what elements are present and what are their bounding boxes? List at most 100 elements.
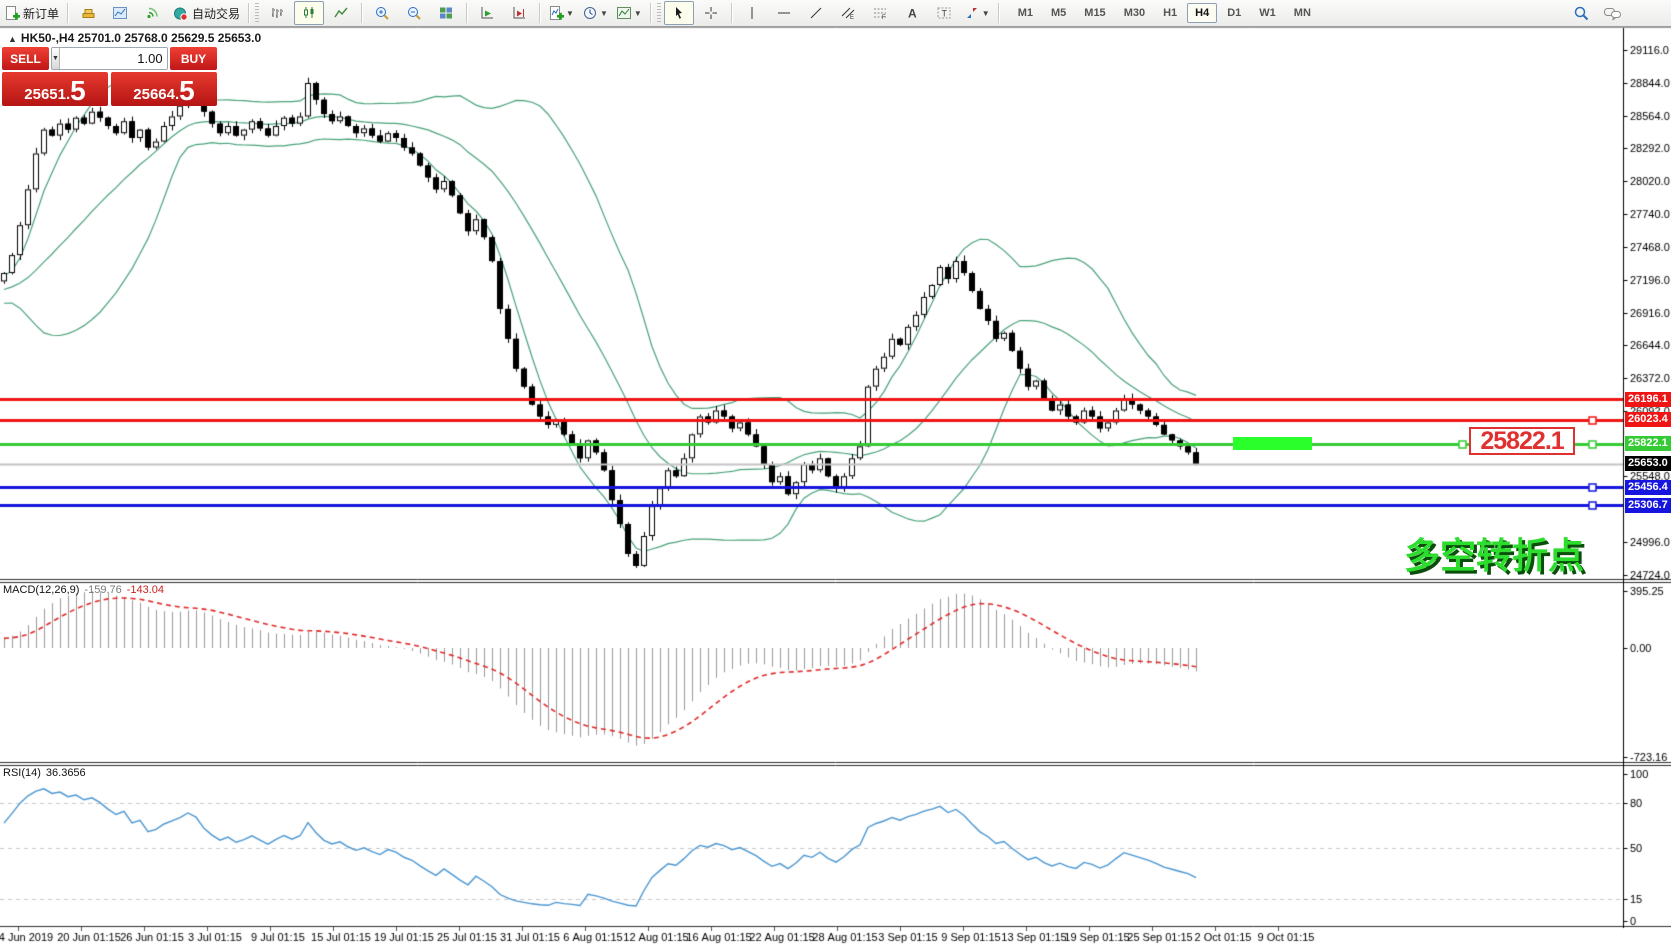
channel-icon: E [840, 5, 856, 21]
trendline-icon [808, 5, 824, 21]
periods-button[interactable]: ▼ [579, 1, 611, 25]
text-label-button[interactable]: T [929, 1, 959, 25]
toolbar-separator [67, 3, 68, 23]
collapse-triangle-icon[interactable]: ▲ [8, 34, 17, 44]
svg-text:A: A [908, 7, 917, 21]
zoom-out-button[interactable] [399, 1, 429, 25]
bar-chart-button[interactable] [262, 1, 292, 25]
search-button[interactable] [1566, 1, 1596, 25]
chat-button[interactable] [1598, 1, 1628, 25]
market-watch-button[interactable] [73, 1, 103, 25]
sell-price-main: 25651. [24, 85, 70, 105]
line-chart-icon [333, 5, 349, 21]
auto-scroll-button[interactable] [472, 1, 502, 25]
crosshair-icon [703, 5, 719, 21]
price-tag: 25653.0 [1625, 456, 1671, 471]
rsi-value: 36.3656 [46, 767, 86, 779]
support-highlight-zone[interactable] [1233, 437, 1312, 450]
new-order-button[interactable]: 新订单 [1, 1, 62, 25]
toolbar-separator [731, 3, 732, 23]
arrows-button[interactable]: ▼ [961, 1, 993, 25]
volume-stepper: ▼ ▲ [51, 47, 168, 70]
dropdown-caret-icon: ▼ [600, 9, 608, 18]
toolbar-separator [998, 3, 999, 23]
timeframe-m5[interactable]: M5 [1043, 3, 1074, 23]
rsi-name: RSI(14) [3, 767, 41, 779]
toolbar-separator [466, 3, 467, 23]
text-label-icon: T [936, 5, 952, 21]
toolbar-separator [361, 3, 362, 23]
dropdown-caret-icon: ▼ [634, 9, 642, 18]
chart-upload-icon [112, 5, 128, 21]
chart-annotation-text[interactable]: 多空转折点 [1404, 527, 1584, 579]
cursor-button[interactable] [664, 1, 694, 25]
volume-decrease-button[interactable]: ▼ [52, 48, 60, 69]
price-callout-label[interactable]: 25822.1 [1469, 427, 1575, 455]
timeframe-d1[interactable]: D1 [1219, 3, 1249, 23]
symbol-ohlc-text: HK50-,H4 25701.0 25768.0 25629.5 25653.0 [21, 31, 261, 45]
dropdown-caret-icon: ▼ [982, 9, 990, 18]
chart-canvas[interactable] [0, 0, 1671, 948]
zoom-in-button[interactable] [367, 1, 397, 25]
chart-symbol-header: ▲ HK50-,H4 25701.0 25768.0 25629.5 25653.… [8, 31, 261, 45]
vertical-line-icon [744, 5, 760, 21]
trendline-button[interactable] [801, 1, 831, 25]
price-tag: 26196.1 [1625, 392, 1671, 407]
vertical-line-button[interactable] [737, 1, 767, 25]
timeframe-m1[interactable]: M1 [1010, 3, 1041, 23]
volume-input[interactable] [60, 48, 168, 69]
timeframe-mn[interactable]: MN [1286, 3, 1319, 23]
gold-icon [80, 5, 96, 21]
sell-button[interactable]: SELL [2, 47, 49, 70]
toolbar-separator [539, 3, 540, 23]
line-chart-button[interactable] [326, 1, 356, 25]
fibonacci-icon: F [872, 5, 888, 21]
timeframe-h4[interactable]: H4 [1187, 3, 1217, 23]
timeframe-m15[interactable]: M15 [1076, 3, 1113, 23]
signals-button[interactable] [137, 1, 167, 25]
buy-price-display[interactable]: 25664.5 [111, 72, 217, 106]
equidistant-channel-button[interactable]: E [833, 1, 863, 25]
fibonacci-button[interactable]: F [865, 1, 895, 25]
publish-chart-button[interactable] [105, 1, 135, 25]
chart-shift-icon [511, 5, 527, 21]
timeframe-h1[interactable]: H1 [1155, 3, 1185, 23]
buy-button[interactable]: BUY [170, 47, 217, 70]
timeframe-m30[interactable]: M30 [1116, 3, 1153, 23]
crosshair-button[interactable] [696, 1, 726, 25]
toolbar: 新订单 自动交易 ▼ ▼ ▼ E F A [0, 0, 1671, 27]
autotrading-icon [172, 5, 189, 21]
indicators-button[interactable]: ▼ [545, 1, 577, 25]
text-button[interactable]: A [897, 1, 927, 25]
toolbar-grip [255, 3, 259, 23]
macd-indicator-header: MACD(12,26,9) -159.76 -143.04 [3, 584, 164, 596]
sell-price-display[interactable]: 25651.5 [2, 72, 108, 106]
autotrading-label: 自动交易 [192, 5, 240, 22]
auto-scroll-icon [479, 5, 495, 21]
clock-icon [582, 5, 598, 21]
tile-windows-button[interactable] [431, 1, 461, 25]
rsi-indicator-header: RSI(14) 36.3656 [3, 767, 86, 779]
templates-button[interactable]: ▼ [613, 1, 645, 25]
cursor-icon [671, 5, 687, 21]
tile-windows-icon [438, 5, 454, 21]
macd-name: MACD(12,26,9) [3, 584, 79, 596]
macd-signal-value: -143.04 [127, 584, 164, 596]
svg-text:T: T [941, 9, 947, 19]
timeframe-w1[interactable]: W1 [1251, 3, 1284, 23]
horizontal-line-button[interactable] [769, 1, 799, 25]
timeframe-group: M1M5M15M30H1H4D1W1MN [1009, 3, 1320, 23]
macd-main-value: -159.76 [84, 584, 121, 596]
toolbar-separator [650, 3, 651, 23]
chart-shift-button[interactable] [504, 1, 534, 25]
buy-price-main: 25664. [133, 85, 179, 105]
autotrading-button[interactable]: 自动交易 [169, 1, 243, 25]
svg-text:F: F [882, 15, 886, 21]
bar-chart-icon [269, 5, 285, 21]
price-tag: 25456.4 [1625, 480, 1671, 495]
zoom-in-icon [374, 5, 390, 21]
new-order-label: 新订单 [23, 5, 59, 22]
dropdown-caret-icon: ▼ [566, 9, 574, 18]
candlestick-chart-button[interactable] [294, 1, 324, 25]
chat-icon [1603, 5, 1623, 21]
